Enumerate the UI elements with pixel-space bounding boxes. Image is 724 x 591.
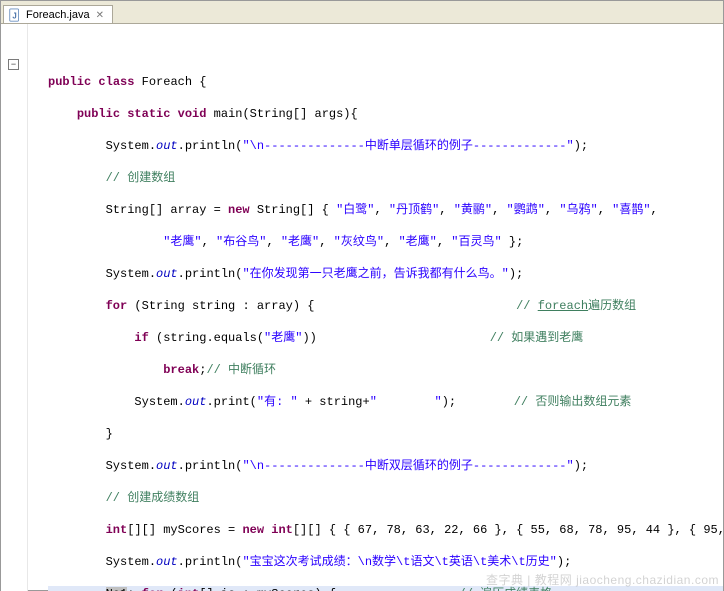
editor-tabbar: J Foreach.java ✕ xyxy=(1,1,723,24)
code-line[interactable]: System.out.print("有: " + string+" "); //… xyxy=(48,394,723,410)
editor-scroll[interactable]: public class Foreach { public static voi… xyxy=(28,24,723,591)
watermark: 查字典 | 教程网 jiaocheng.chazidian.com xyxy=(486,571,719,588)
code-line[interactable]: System.out.println("宝宝这次考试成绩：\n数学\t语文\t英… xyxy=(48,554,723,570)
code-line[interactable]: System.out.println("\n--------------中断双层… xyxy=(48,458,723,474)
ide-window: J Foreach.java ✕ − public class Foreach … xyxy=(0,0,724,591)
close-icon[interactable]: ✕ xyxy=(94,10,106,21)
folding-gutter[interactable]: − xyxy=(1,24,28,591)
code-line[interactable]: int[][] myScores = new int[][] { { 67, 7… xyxy=(48,522,723,538)
code-line[interactable]: if (string.equals("老鹰")) // 如果遇到老鹰 xyxy=(48,330,723,346)
code-line[interactable]: // 创建数组 xyxy=(48,170,723,186)
code-line[interactable]: } xyxy=(48,426,723,442)
code-line[interactable]: for (String string : array) { // foreach… xyxy=(48,298,723,314)
code-line[interactable]: "老鹰", "布谷鸟", "老鹰", "灰纹鸟", "老鹰", "百灵鸟" }; xyxy=(48,234,723,250)
code-line[interactable]: // 创建成绩数组 xyxy=(48,490,723,506)
code-line[interactable] xyxy=(48,42,723,58)
code-editor[interactable]: public class Foreach { public static voi… xyxy=(28,24,723,591)
code-line[interactable]: break;// 中断循环 xyxy=(48,362,723,378)
editor-pane: J Foreach.java ✕ − public class Foreach … xyxy=(1,1,723,591)
code-line[interactable]: public class Foreach { xyxy=(48,74,723,90)
java-file-icon: J xyxy=(8,8,22,22)
editor-area: − public class Foreach { public static v… xyxy=(1,24,723,591)
code-line[interactable]: public static void main(String[] args){ xyxy=(48,106,723,122)
svg-text:J: J xyxy=(12,12,16,21)
fold-toggle-icon[interactable]: − xyxy=(8,59,19,70)
editor-tab-foreach[interactable]: J Foreach.java ✕ xyxy=(3,5,113,23)
editor-tab-label: Foreach.java xyxy=(26,9,90,21)
code-line[interactable]: System.out.println("\n--------------中断单层… xyxy=(48,138,723,154)
code-line[interactable]: String[] array = new String[] { "白鹭", "丹… xyxy=(48,202,723,218)
code-line[interactable]: System.out.println("在你发现第一只老鹰之前，告诉我都有什么鸟… xyxy=(48,266,723,282)
